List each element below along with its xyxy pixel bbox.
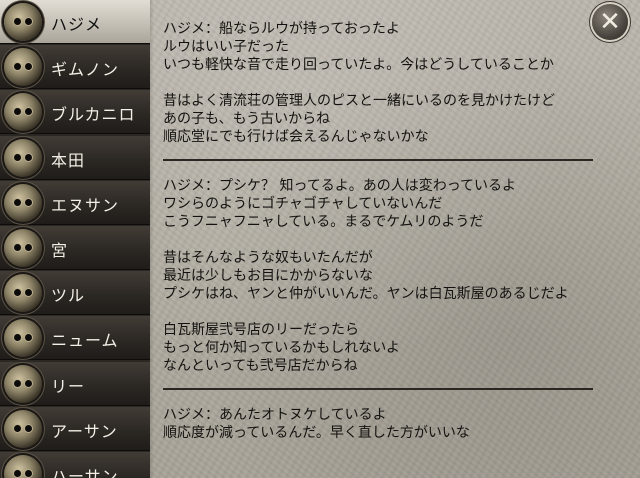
close-button[interactable]: ✕ [592, 4, 628, 40]
character-portrait [4, 48, 42, 87]
character-name: 本田 [51, 150, 86, 170]
character-name: 宮 [51, 241, 69, 260]
character-item[interactable]: ギムノン [0, 45, 150, 90]
character-item[interactable]: ニューム [0, 316, 150, 361]
character-name: アーサン [51, 421, 118, 441]
character-portrait [4, 183, 42, 222]
dialog-line: なんといっても弐号店だからね [163, 358, 358, 374]
character-item[interactable]: 宮 [0, 226, 150, 270]
dialog-line: 順応度が減っているんだ。早く直した方がいいな [163, 425, 470, 441]
character-name: ニューム [51, 331, 119, 351]
character-name: ギムノン [51, 60, 120, 80]
character-name: ツル [51, 286, 86, 306]
dialog-line: 順応堂にでも行けば会えるんじゃないかな [163, 129, 429, 145]
dialog-line: ワシらのようにゴチャゴチャしていないんだ [163, 196, 443, 212]
dialog-line: ハジメ：あんたオトヌケしているよ [163, 407, 387, 423]
character-item[interactable]: エヌサン [0, 180, 150, 225]
character-name: ハーサン [51, 467, 119, 478]
character-item[interactable]: 本田 [0, 135, 150, 180]
character-item[interactable]: ハーサン [0, 452, 150, 478]
character-item[interactable]: アーサン [0, 406, 150, 451]
character-list: ハジメギムノンブルカニロ本田エヌサン宮ツルニュームリーアーサンハーサン [0, 0, 150, 478]
dialog-line: こうフニャフニャしている。まるでケムリのようだ [163, 214, 484, 230]
dialog-line: ハジメ：船ならルウが持っておったよ [163, 21, 400, 37]
dialog-line: 昔はよく清流荘の管理人のピスと一緒にいるのを見かけたけど [163, 93, 555, 109]
character-name: リー [51, 376, 86, 396]
character-name: ハジメ [51, 15, 103, 34]
character-portrait [4, 409, 42, 448]
character-portrait [4, 3, 42, 41]
character-portrait [4, 319, 42, 358]
dialog-line: 白瓦斯屋弐号店のリーだったら [163, 322, 359, 338]
character-portrait [4, 93, 42, 132]
dialog-line: ハジメ：プシケ？ 知ってるよ。あの人は変わっているよ [163, 178, 517, 194]
dialog-line: 最近は少しもお目にかからないな [163, 268, 373, 284]
dialog-line: あの子も、もう古いからね [163, 111, 331, 127]
character-item[interactable]: ブルカニロ [0, 90, 150, 135]
character-name: エヌサン [51, 195, 120, 215]
dialog-entry: ハジメ：あんたオトヌケしているよ順応度が減っているんだ。早く直した方がいいな [163, 406, 603, 442]
character-portrait [4, 138, 42, 177]
dialog-line: ルウはいい子だった [163, 39, 289, 55]
dialog-log: ハジメ：船ならルウが持っておったよ ルウはいい子だったいつも軽快な音で走り回ってい… [163, 0, 603, 442]
character-portrait [4, 455, 42, 478]
dialog-line: もっと何か知っているかもしれないよ [163, 340, 401, 356]
character-name: ブルカニロ [51, 105, 136, 125]
dialog-divider [163, 388, 593, 390]
character-portrait [4, 364, 42, 403]
dialog-entry: ハジメ：船ならルウが持っておったよ ルウはいい子だったいつも軽快な音で走り回ってい… [163, 20, 603, 146]
close-icon: ✕ [599, 7, 621, 37]
character-item[interactable]: リー [0, 361, 150, 406]
dialog-divider [163, 159, 593, 161]
character-portrait [4, 274, 42, 313]
character-item[interactable]: ハジメ [0, 0, 150, 44]
character-item[interactable]: ツル [0, 271, 150, 316]
dialog-line: プシケはね、ヤンと仲がいいんだ。ヤンは白瓦斯屋のあるじだよ [163, 286, 569, 302]
dialog-entry: ハジメ：プシケ？ 知ってるよ。あの人は変わっているよ ワシらのようにゴチャゴチャし… [163, 177, 603, 375]
dialog-line: いつも軽快な音で走り回っていたよ。今はどうしていることか [163, 57, 554, 73]
character-portrait [4, 229, 42, 267]
dialog-line: 昔はそんなような奴もいたんだが [163, 250, 373, 266]
